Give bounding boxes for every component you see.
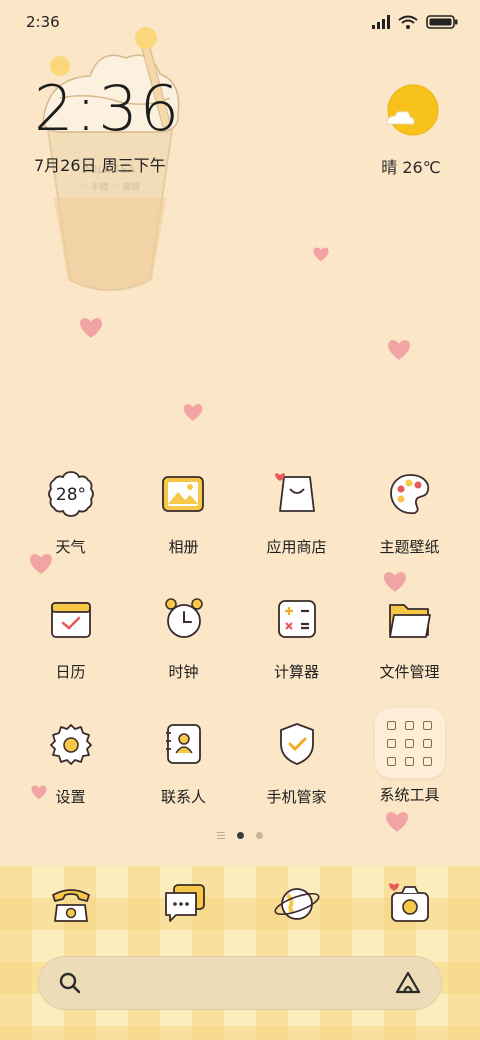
- heart-decoration: [183, 404, 203, 421]
- sun-cloud-icon: [386, 84, 439, 136]
- heart-decoration: [80, 318, 102, 338]
- app-label: 相册: [168, 538, 199, 556]
- app-phone-manager[interactable]: 手机管家: [240, 716, 353, 841]
- signal-icon: [372, 15, 390, 29]
- battery-icon: [426, 15, 458, 29]
- page-dot: [256, 831, 263, 839]
- app-label: 时钟: [168, 663, 199, 681]
- app-row: 设置 联系人 手机管家 系统工具: [14, 708, 466, 841]
- app-settings[interactable]: 设置: [14, 716, 127, 841]
- app-store[interactable]: 应用商店: [240, 466, 353, 591]
- app-calculator[interactable]: 计算器: [240, 591, 353, 716]
- app-contacts[interactable]: 联系人: [127, 716, 240, 841]
- app-label: 系统工具: [379, 786, 440, 804]
- clock-time: 2:36: [34, 72, 182, 145]
- contacts-icon: [156, 716, 212, 772]
- search-icon[interactable]: [58, 971, 82, 995]
- app-label: 天气: [55, 538, 86, 556]
- app-files[interactable]: 文件管理: [353, 591, 466, 716]
- gear-icon: [43, 716, 99, 772]
- app-label: 设置: [55, 788, 86, 806]
- app-clock[interactable]: 时钟: [127, 591, 240, 716]
- cup-sub-text: ♡ 半糖 ♡ 暖暖: [80, 181, 141, 193]
- weather-icon-temp: 28°: [55, 485, 85, 505]
- shield-icon: [269, 716, 325, 772]
- search-bar[interactable]: [38, 956, 442, 1010]
- page-dot-active: [237, 831, 244, 839]
- camera-icon: [388, 883, 429, 922]
- phone-icon: [51, 889, 90, 922]
- heart-decoration: [313, 247, 329, 262]
- app-label: 联系人: [160, 788, 206, 806]
- app-gallery[interactable]: 相册: [127, 466, 240, 591]
- app-label: 日历: [55, 663, 86, 681]
- app-weather[interactable]: 28° 天气: [14, 466, 127, 591]
- dock-phone[interactable]: [41, 874, 101, 934]
- weather-text: 晴 26℃: [381, 158, 441, 177]
- app-label: 手机管家: [266, 788, 327, 806]
- app-row: 日历 时钟 计算器 文件管理: [14, 591, 466, 716]
- app-store-icon: [269, 466, 325, 522]
- app-label: 应用商店: [266, 538, 327, 556]
- dock: [0, 866, 480, 1040]
- wifi-icon: [398, 15, 418, 29]
- gallery-icon: [156, 466, 212, 522]
- app-row: 28° 天气 相册 应用商店 主题壁纸: [14, 466, 466, 591]
- app-grid: 28° 天气 相册 应用商店 主题壁纸 日历 时钟 计算器 文件管理 设置 联系…: [14, 466, 466, 841]
- app-drawer-indicator-icon: [217, 831, 225, 839]
- app-system-tools-folder[interactable]: 系统工具: [353, 708, 466, 841]
- dock-browser[interactable]: [267, 874, 327, 934]
- calendar-icon: [43, 591, 99, 647]
- app-label: 文件管理: [379, 663, 440, 681]
- clock-date: 7月26日 周三下午: [34, 156, 166, 175]
- dock-messages[interactable]: [154, 874, 214, 934]
- weather-icon: 28°: [43, 466, 99, 522]
- browser-planet-icon: [273, 888, 320, 920]
- calculator-icon: [269, 591, 325, 647]
- app-calendar[interactable]: 日历: [14, 591, 127, 716]
- folder-icon: [382, 591, 438, 647]
- system-tools-folder-icon: [374, 708, 445, 778]
- dock-camera[interactable]: [380, 874, 440, 934]
- app-themes[interactable]: 主题壁纸: [353, 466, 466, 591]
- messages-icon: [164, 884, 205, 922]
- page-indicator[interactable]: [0, 828, 480, 842]
- alarm-clock-icon: [156, 591, 212, 647]
- clock-widget[interactable]: 2:36 7月26日 周三下午: [34, 78, 181, 176]
- app-label: 计算器: [273, 663, 319, 681]
- weather-widget[interactable]: 晴 26℃: [376, 84, 446, 178]
- app-label: 主题壁纸: [379, 538, 440, 556]
- assistant-icon[interactable]: [394, 970, 422, 996]
- heart-decoration: [388, 340, 410, 360]
- palette-icon: [382, 466, 438, 522]
